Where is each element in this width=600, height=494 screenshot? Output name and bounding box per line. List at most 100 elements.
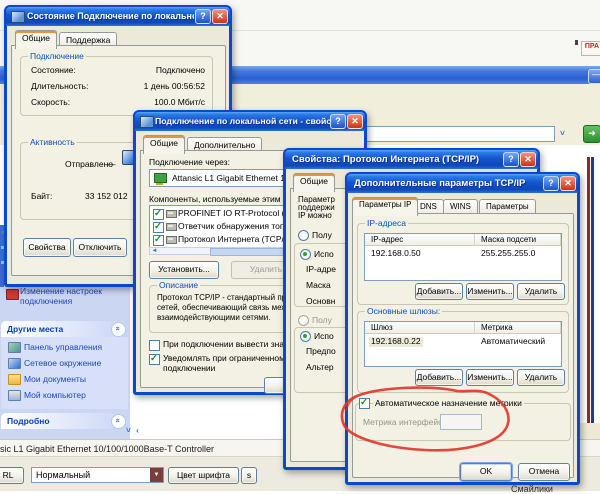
description-line-3: взаимодействующими сетями. (157, 313, 270, 322)
component-checkbox-3[interactable] (153, 235, 164, 246)
connect-via-label: Подключение через: (149, 158, 230, 168)
status-value: Подключено (156, 66, 205, 76)
close-button-4[interactable]: ✕ (560, 176, 576, 191)
component-checkbox-2[interactable] (153, 222, 164, 233)
component-item-2[interactable]: Ответчик обнаружения тополо (178, 222, 299, 232)
preferred-dns-label: Предпо (306, 347, 336, 357)
go-arrow-icon: ➜ (588, 128, 596, 138)
duration-label: Длительность: (31, 82, 88, 92)
close-button-2[interactable]: ✕ (347, 114, 363, 129)
sidebar-item-documents[interactable]: Мои документы (24, 375, 86, 385)
speed-value: 100.0 Мбит/с (154, 98, 205, 108)
connection-group-caption: Подключение (28, 51, 86, 61)
gateway-label: Основн (306, 297, 336, 307)
strikethrough-button[interactable]: s (241, 467, 257, 484)
network-adapter-icon (154, 173, 167, 183)
task-pane: Изменение настроек подключения Другие ме… (0, 280, 130, 440)
tcpip-dialog-title: Свойства: Протокол Интернета (TCP/IP) (292, 154, 504, 165)
ip-header-address[interactable]: IP-адрес (365, 234, 475, 246)
help-button-4[interactable]: ? (543, 176, 559, 191)
status-dialog-titlebar[interactable]: Состояние Подключение по локальной сети … (6, 7, 230, 26)
ip-addresses-list[interactable]: IP-адрес Маска подсети 192.168.0.50 255.… (364, 233, 562, 281)
radio-auto-dns-label: Полу (312, 316, 332, 326)
font-style-select[interactable]: Нормальный ▼ (31, 467, 164, 483)
collapse-icon[interactable]: « (111, 322, 126, 337)
gateways-list[interactable]: Шлюз Метрика 192.168.0.22 Автоматический (364, 321, 562, 367)
url-button-label: RL (3, 470, 14, 480)
my-documents-icon (8, 374, 21, 385)
advanced-cancel-button[interactable]: Отмена (518, 463, 570, 481)
sidebar-item-network[interactable]: Сетевое окружение (24, 359, 101, 369)
advanced-dialog-titlebar[interactable]: Дополнительные параметры TCP/IP ? ✕ (347, 174, 578, 193)
radio-use-ip[interactable] (300, 249, 311, 260)
radio-use-dns[interactable] (300, 331, 311, 342)
radio-use-dns-label: Испо (314, 332, 334, 342)
tiny-scroll-down-icon[interactable]: ˅ (126, 426, 131, 436)
ip-add-button[interactable]: Добавить... (415, 283, 463, 300)
component-checkbox-1[interactable] (153, 209, 164, 220)
font-color-button[interactable]: Цвет шрифта (168, 467, 239, 484)
ip-header-mask[interactable]: Маска подсети (475, 234, 561, 246)
ip-edit-button[interactable]: Изменить... (466, 283, 514, 300)
status-bar-text: sic L1 Gigabit Ethernet 10/100/1000Base-… (0, 444, 214, 454)
connection-icon (11, 11, 25, 23)
help-button[interactable]: ? (195, 9, 211, 24)
show-icon-checkbox[interactable] (149, 340, 160, 351)
other-places-header[interactable]: Другие места « (1, 321, 128, 337)
sidebar-item-computer[interactable]: Мой компьютер (24, 391, 86, 401)
notify-checkbox[interactable] (149, 354, 160, 365)
component-item-3[interactable]: Протокол Интернета (TCP/IP) (178, 235, 295, 245)
description-caption: Описание (157, 280, 200, 290)
sidebar-item-control-panel[interactable]: Панель управления (24, 343, 102, 353)
ip-remove-button[interactable]: Удалить (517, 283, 565, 300)
tab-general-tcpip[interactable]: Общие (293, 173, 335, 192)
tiny-scroll-left-icon[interactable]: ‹ (136, 426, 139, 436)
gw-header-metric[interactable]: Метрика (475, 322, 561, 334)
help-button-3[interactable]: ? (503, 152, 519, 167)
connection-icon-2 (140, 116, 154, 128)
help-button-2[interactable]: ? (330, 114, 346, 129)
advanced-ok-button[interactable]: OK (460, 463, 512, 481)
close-button[interactable]: ✕ (212, 9, 228, 24)
tab-general[interactable]: Общие (15, 30, 57, 49)
tcpip-dialog-titlebar[interactable]: Свойства: Протокол Интернета (TCP/IP) ? … (285, 150, 538, 169)
gw-header-gateway[interactable]: Шлюз (365, 322, 475, 334)
ip-cell-address[interactable]: 192.168.0.50 (371, 249, 421, 259)
disconnect-button[interactable]: Отключить (73, 238, 127, 257)
status-label: Состояние: (31, 66, 76, 76)
edit-post-label: ПРА (585, 43, 599, 50)
advanced-dialog-title: Дополнительные параметры TCP/IP (354, 178, 544, 189)
protocol-icon-3 (166, 236, 177, 244)
ip-address-label: IP-адре (306, 265, 336, 275)
gw-cell-metric[interactable]: Автоматический (481, 337, 545, 347)
details-title: Подробно (7, 417, 50, 427)
protocol-icon-2 (166, 223, 177, 231)
radio-auto-dns[interactable] (298, 315, 309, 326)
url-button[interactable]: RL (0, 467, 24, 484)
properties-dialog-titlebar[interactable]: Подключение по локальной сети - свойства… (135, 112, 365, 131)
close-button-3[interactable]: ✕ (520, 152, 536, 167)
alternate-dns-label: Альтер (306, 363, 334, 373)
gw-cell-gateway[interactable]: 192.168.0.22 (369, 337, 423, 347)
install-button[interactable]: Установить... (149, 261, 219, 279)
go-button[interactable]: ➜ (583, 125, 600, 143)
minimize-button[interactable]: — (588, 69, 600, 84)
details-header[interactable]: Подробно « (1, 413, 128, 429)
change-settings-icon (6, 289, 19, 300)
font-style-dropdown-icon[interactable]: ▼ (150, 468, 163, 482)
hscroll-left-icon[interactable]: ◄ (150, 248, 159, 254)
gateways-caption: Основные шлюзы: (365, 306, 442, 316)
tab-general-props[interactable]: Общие (143, 135, 185, 154)
radio-auto-ip[interactable] (298, 230, 309, 241)
ip-cell-mask[interactable]: 255.255.255.0 (481, 249, 535, 259)
my-computer-icon (8, 390, 21, 401)
tab-ip-settings[interactable]: Параметры IP (352, 197, 418, 216)
radio-use-ip-label: Испо (314, 250, 334, 260)
properties-button[interactable]: Свойства (23, 238, 71, 257)
hscroll-thumb[interactable] (210, 248, 292, 256)
component-item-1[interactable]: PROFINET IO RT-Protocol (LLD (178, 209, 300, 219)
address-dropdown-icon[interactable]: ˅ (560, 129, 565, 139)
collapse-icon-details[interactable]: « (111, 414, 126, 429)
task-link-change-settings-line2[interactable]: подключения (20, 297, 72, 307)
edit-post-button[interactable]: ПРА (581, 41, 600, 56)
